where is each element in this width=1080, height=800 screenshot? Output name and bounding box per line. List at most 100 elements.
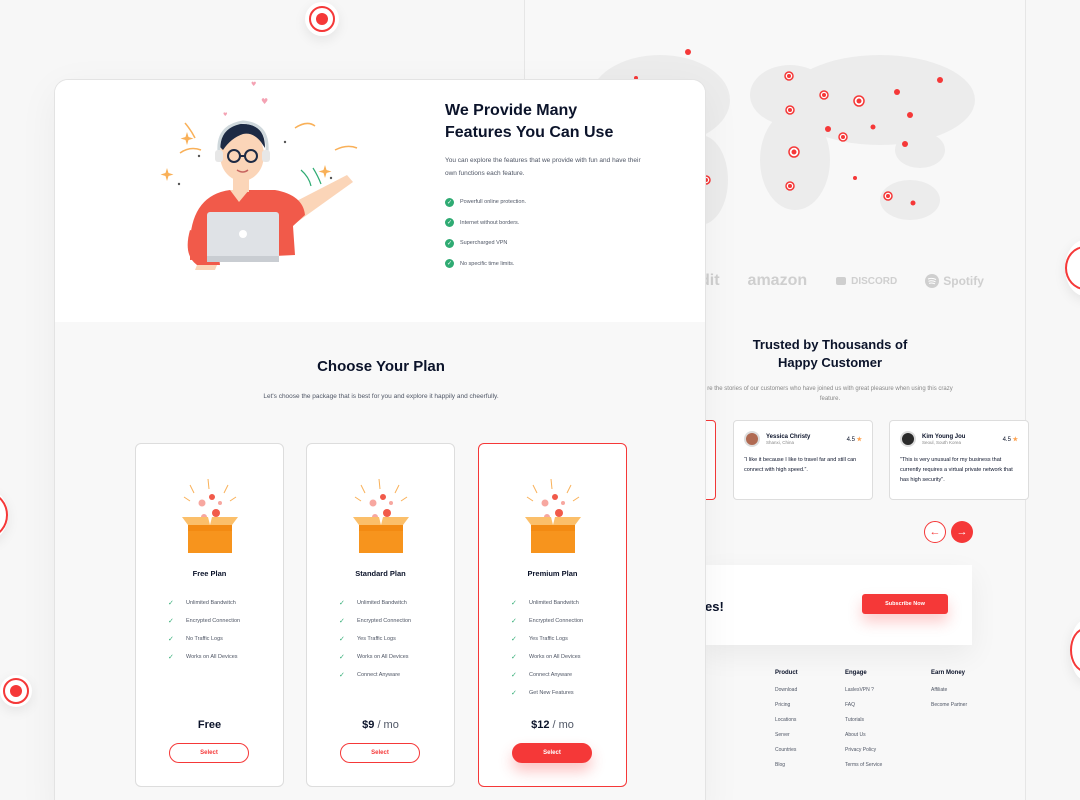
location-pin-decoration [0, 675, 32, 707]
gift-box-icon [182, 479, 238, 553]
plan-feature: ✓ Encrypted Connection [168, 618, 241, 625]
select-plan-button[interactable]: Select [169, 743, 249, 763]
plan-feature-list: ✓ Unlimited Bandwitch ✓ Encrypted Connecti… [168, 594, 240, 666]
testimonial-location: Seoul, South Korea [922, 439, 962, 445]
footer-link[interactable]: Pricing [775, 702, 798, 708]
pricing-description: Let's choose the package that is best fo… [263, 393, 499, 400]
footer-column-earn-money: Earn Money Affiliate Become Partner [931, 670, 967, 717]
avatar [744, 431, 760, 447]
testimonial-name: Kim Young Jou [922, 433, 966, 440]
testimonials-header: Trusted by Thousands of Happy Customer re… [700, 336, 960, 404]
feature-item: ✓ Supercharged VPN [445, 238, 508, 248]
check-icon: ✓ [511, 690, 517, 697]
footer-link[interactable]: Countries [775, 747, 798, 753]
footer-link[interactable]: Locations [775, 717, 798, 723]
select-plan-button[interactable]: Select [512, 743, 592, 763]
testimonial-next-button[interactable]: → [951, 521, 973, 543]
check-circle-icon: ✓ [445, 197, 454, 207]
select-plan-button[interactable]: Select [340, 743, 420, 763]
main-page-card: ♥ ♥ ♥ We Provide Many Features You Can U… [54, 79, 706, 800]
plan-feature: ✓ Unlimited Bandwitch [511, 600, 579, 607]
location-pin-decoration [1065, 240, 1080, 296]
plan-feature: ✓ Connect Anyware [339, 672, 401, 679]
plan-name: Standard Plan [355, 569, 406, 578]
page: dit amazon DISCORD Spotify Trusted by Th… [0, 0, 1080, 800]
plan-feature: ✓ Encrypted Connection [511, 618, 584, 625]
testimonial-card: Yessica Christy Shanxi, China 4.5 ★ “I l… [733, 420, 873, 500]
footer-link[interactable]: Affiliate [931, 687, 967, 693]
pricing-title: Choose Your Plan [317, 358, 445, 375]
check-icon: ✓ [168, 618, 174, 625]
check-icon: ✓ [511, 618, 517, 625]
check-icon: ✓ [339, 600, 345, 607]
check-circle-icon: ✓ [445, 218, 454, 228]
footer-heading: Engage [845, 670, 867, 676]
footer-heading: Product [775, 670, 798, 676]
person-laptop-illustration: ♥ ♥ ♥ [160, 81, 358, 270]
svg-text:♥: ♥ [261, 97, 268, 106]
plan-feature: ✓ Unlimited Bandwitch [339, 600, 407, 607]
check-icon: ✓ [511, 672, 517, 679]
footer-link[interactable]: Blog [775, 762, 798, 768]
footer-link[interactable]: Server [775, 732, 798, 738]
location-pin-decoration [0, 490, 8, 540]
plan-feature: ✓ Works on All Devices [168, 654, 238, 661]
star-icon: ★ [1012, 436, 1018, 443]
plan-feature: ✓ No Traffic Logs [168, 636, 223, 643]
features-section: ♥ ♥ ♥ We Provide Many Features You Can U… [55, 80, 705, 322]
plan-feature: ✓ Connect Anyware [511, 672, 573, 679]
spotify-icon [925, 274, 940, 288]
gift-box-icon [525, 479, 581, 553]
footer-column-product: Product Download Pricing Locations Serve… [775, 670, 798, 777]
check-icon: ✓ [511, 600, 517, 607]
footer-link[interactable]: About Us [845, 732, 882, 738]
avatar [900, 431, 916, 447]
pricing-section: Choose Your Plan Let's choose the packag… [55, 322, 705, 800]
check-icon: ✓ [168, 636, 174, 643]
check-circle-icon: ✓ [445, 238, 454, 248]
plan-feature-list: ✓ Unlimited Bandwitch ✓ Encrypted Connecti… [339, 594, 411, 684]
check-icon: ✓ [339, 636, 345, 643]
footer-link[interactable]: Terms of Service [845, 762, 882, 768]
features-description: You can explore the features that we pro… [445, 157, 641, 177]
subscribe-box: rres! Subscribe Now [700, 565, 972, 645]
footer-link[interactable]: LaslesVPN ? [845, 687, 882, 693]
testimonials-title: Trusted by Thousands of Happy Customer [752, 337, 908, 370]
svg-text:♥: ♥ [223, 112, 228, 118]
footer-link[interactable]: Privacy Policy [845, 747, 882, 753]
testimonial-rating: 4.5 ★ [846, 436, 862, 443]
check-icon: ✓ [339, 672, 345, 679]
gift-box-icon [353, 479, 409, 553]
subscribe-button[interactable]: Subscribe Now [862, 594, 948, 614]
plan-feature-list: ✓ Unlimited Bandwitch ✓ Encrypted Connecti… [511, 594, 583, 702]
testimonial-rating: 4.5 ★ [1002, 436, 1018, 443]
svg-text:♥: ♥ [251, 81, 256, 88]
check-circle-icon: ✓ [445, 259, 454, 269]
plan-price: $12 / mo [531, 719, 574, 731]
plan-price: Free [197, 719, 222, 731]
plan-card-standard: Standard Plan ✓ Unlimited Bandwitch ✓ Encr… [306, 443, 455, 787]
testimonial-location: Shanxi, China [766, 439, 795, 445]
discord-icon [836, 277, 847, 285]
plan-feature: ✓ Works on All Devices [339, 654, 409, 661]
check-icon: ✓ [168, 654, 174, 661]
plan-name: Free Plan [192, 569, 227, 578]
check-icon: ✓ [168, 600, 174, 607]
testimonial-prev-button[interactable]: ← [924, 521, 946, 543]
plan-feature: ✓ Unlimited Bandwitch [168, 600, 236, 607]
plan-feature: ✓ Get New Features [511, 690, 574, 697]
footer-link[interactable]: Become Partner [931, 702, 967, 708]
plan-feature: ✓ Yes Traffic Logs [339, 636, 396, 643]
check-icon: ✓ [339, 618, 345, 625]
plan-feature: ✓ Yes Traffic Logs [511, 636, 568, 643]
brand-logo-discord: DISCORD [835, 275, 897, 287]
footer-link[interactable]: Tutorials [845, 717, 882, 723]
plan-name: Premium Plan [527, 569, 578, 578]
footer-link[interactable]: Download [775, 687, 798, 693]
testimonial-name: Yessica Christy [766, 433, 811, 440]
plan-feature: ✓ Works on All Devices [511, 654, 581, 661]
brand-logo-spotify: Spotify [925, 274, 984, 288]
check-icon: ✓ [511, 636, 517, 643]
testimonial-quote: “I like it because I like to travel far … [744, 457, 857, 473]
footer-link[interactable]: FAQ [845, 702, 882, 708]
